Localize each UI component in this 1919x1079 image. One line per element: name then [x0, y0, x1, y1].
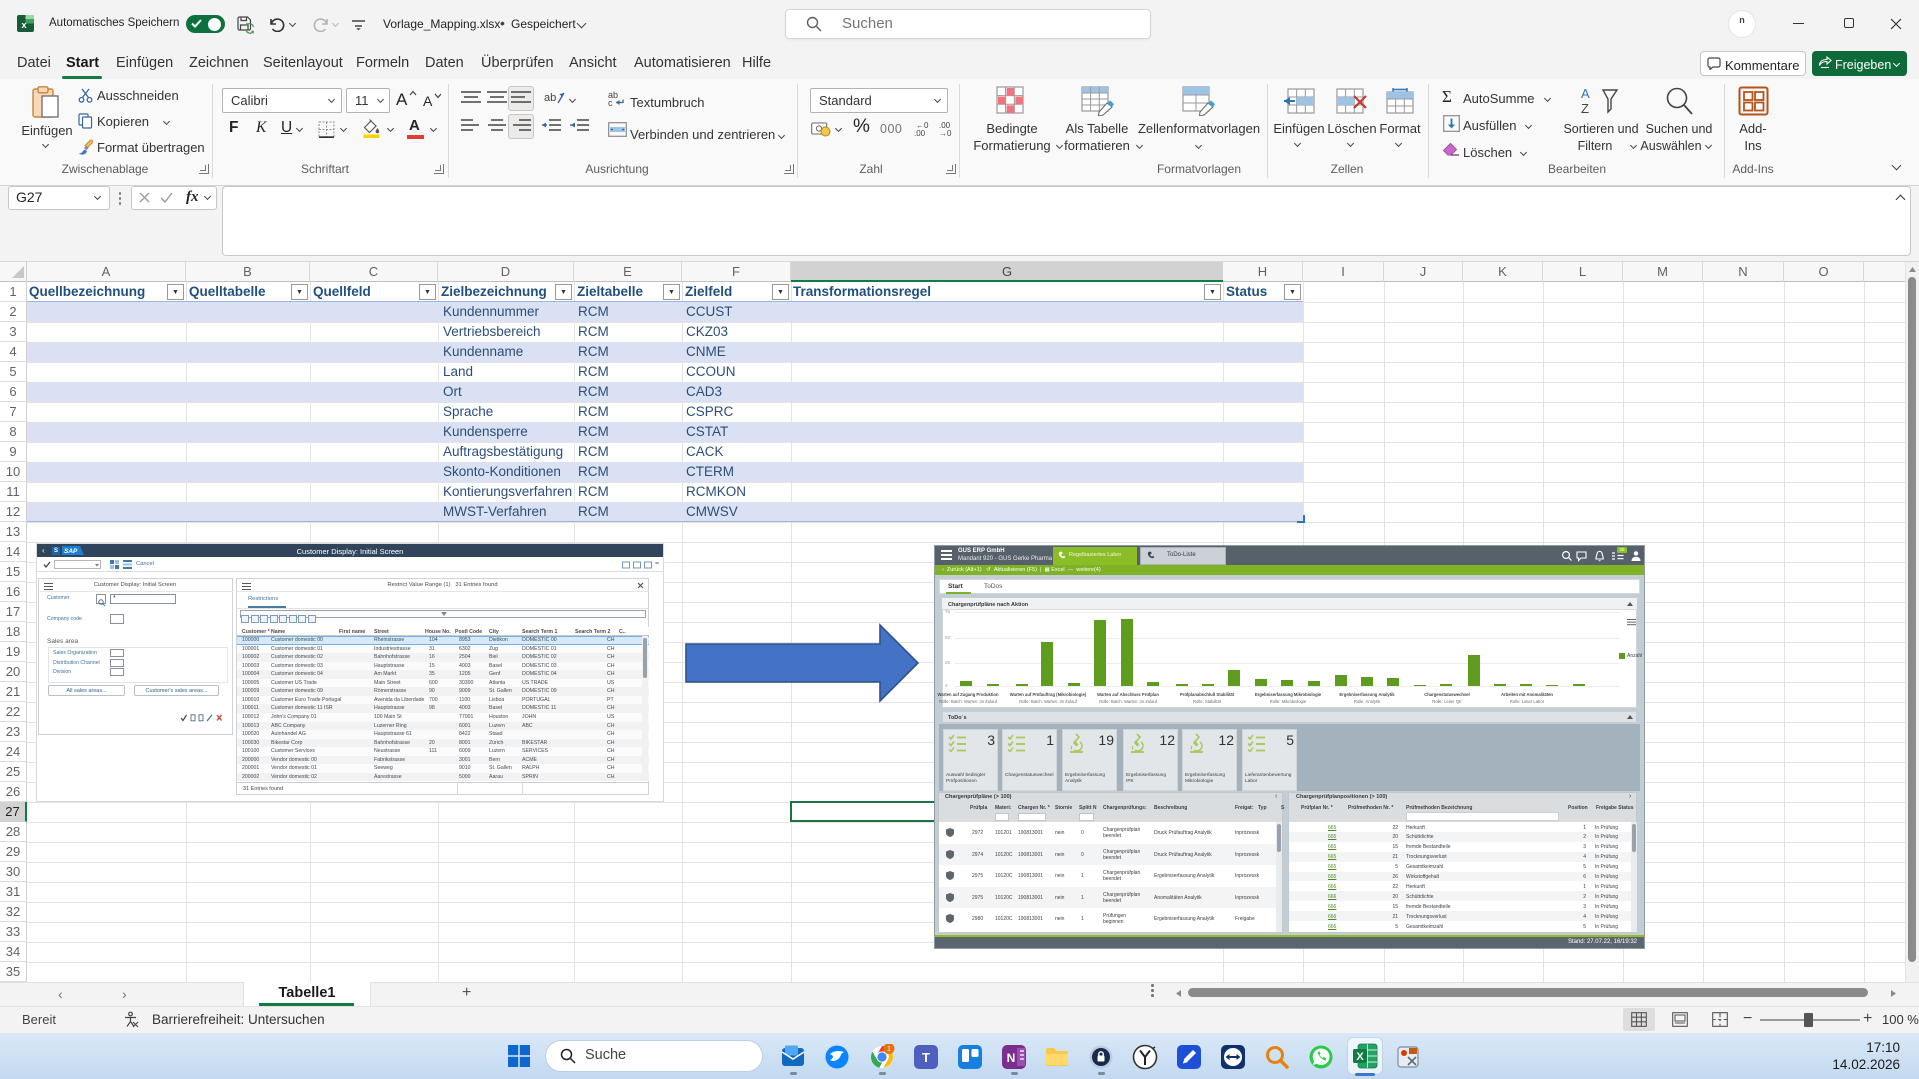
svg-text:c: c: [608, 98, 613, 106]
svg-text:ab: ab: [544, 92, 556, 104]
svg-text:→0: →0: [939, 129, 952, 137]
svg-text:A: A: [1581, 86, 1590, 101]
svg-text:N: N: [1007, 1051, 1016, 1065]
svg-text:T: T: [922, 1050, 930, 1065]
svg-text:Z: Z: [1581, 101, 1589, 116]
svg-text:x: x: [21, 20, 27, 31]
svg-text:.00: .00: [914, 129, 926, 137]
svg-text:X: X: [1356, 1051, 1364, 1063]
svg-text:1: 1: [887, 1046, 891, 1053]
